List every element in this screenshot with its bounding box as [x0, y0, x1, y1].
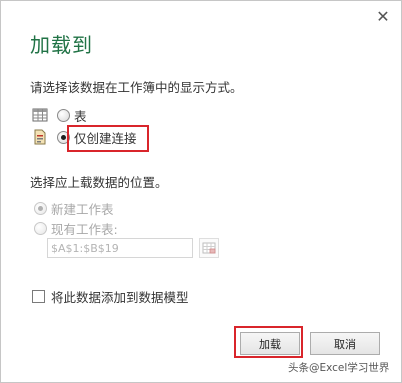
location-prompt: 选择应上载数据的位置。: [30, 175, 168, 190]
connection-option-highlight: [67, 125, 149, 152]
load-to-dialog: ✕ 加载到 请选择该数据在工作簿中的显示方式。 表 仅创建连接 选择应上载数据的…: [0, 0, 402, 383]
connection-icon: [32, 129, 48, 145]
watermark-text: 头条@Excel学习世界: [288, 362, 390, 374]
data-model-label: 将此数据添加到数据模型: [51, 290, 189, 305]
new-worksheet-row[interactable]: 新建工作表: [25, 198, 114, 218]
location-range-input[interactable]: $A$1:$B$19: [47, 238, 193, 258]
range-picker-icon: [200, 242, 218, 260]
table-icon: [32, 107, 48, 123]
data-model-row[interactable]: 将此数据添加到数据模型: [32, 287, 189, 306]
range-picker-button[interactable]: [199, 238, 219, 258]
close-icon: ✕: [376, 6, 390, 26]
existing-worksheet-row[interactable]: 现有工作表:: [25, 218, 118, 238]
new-worksheet-label: 新建工作表: [51, 201, 114, 217]
dialog-title: 加载到: [30, 33, 93, 57]
existing-worksheet-label: 现有工作表:: [51, 221, 118, 237]
data-model-checkbox[interactable]: [32, 290, 45, 303]
option-table-radio[interactable]: [57, 108, 70, 122]
display-mode-prompt: 请选择该数据在工作簿中的显示方式。: [30, 80, 243, 95]
existing-worksheet-radio[interactable]: [34, 221, 47, 235]
option-table-row[interactable]: 表: [32, 105, 87, 125]
option-table-label: 表: [74, 108, 87, 124]
load-button-highlight: [234, 326, 303, 358]
close-button[interactable]: ✕: [372, 5, 394, 27]
cancel-button[interactable]: 取消: [310, 332, 380, 355]
new-worksheet-radio[interactable]: [34, 201, 47, 215]
